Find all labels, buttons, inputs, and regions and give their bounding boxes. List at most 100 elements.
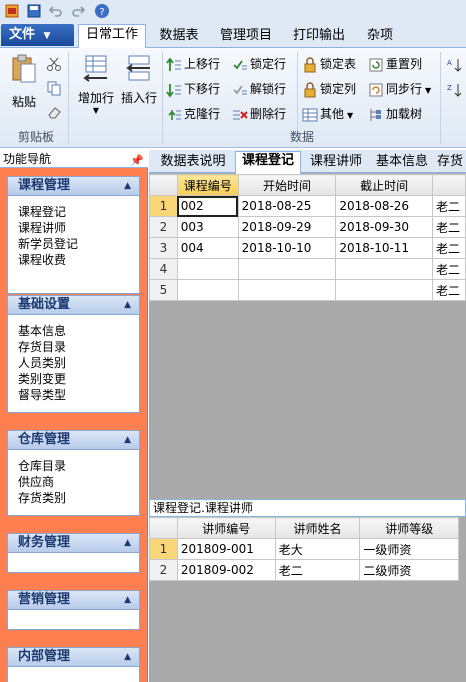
column-header-extra[interactable] <box>432 174 466 196</box>
nav-item-course-fee[interactable]: 课程收费 <box>18 252 139 268</box>
grid-cell[interactable]: 老二 <box>432 237 466 259</box>
lock-column-button[interactable]: 锁定列 <box>302 79 356 99</box>
table-row[interactable]: 1 201809-001 老大 一级师资 <box>149 538 459 560</box>
load-tree-button[interactable]: 加载树 <box>368 104 422 124</box>
grid-cell[interactable]: 2018-08-25 <box>237 195 337 217</box>
nav-group-header[interactable]: 课程管理 ▲ <box>7 176 140 196</box>
tab-print-output[interactable]: 打印输出 <box>284 26 354 48</box>
grid-cell[interactable] <box>237 258 337 280</box>
table-row[interactable]: 5 老二 <box>149 279 466 301</box>
column-header-end-time[interactable]: 截止时间 <box>335 174 433 196</box>
doc-tab-course-register[interactable]: 课程登记 <box>235 151 301 174</box>
eraser-icon[interactable] <box>46 104 62 120</box>
insert-row-button[interactable]: 插入行 <box>118 54 160 106</box>
grid-cell[interactable] <box>176 279 239 301</box>
reset-column-button[interactable]: 重置列 <box>368 54 422 74</box>
grid-cell[interactable] <box>335 258 433 280</box>
nav-item-supplier[interactable]: 供应商 <box>18 474 139 490</box>
cut-icon[interactable] <box>46 56 62 72</box>
nav-group-header[interactable]: 财务管理 ▲ <box>7 533 140 553</box>
save-icon[interactable] <box>26 3 42 19</box>
column-header-course-id[interactable]: 课程编号 <box>176 174 239 196</box>
row-number[interactable]: 1 <box>149 538 178 560</box>
table-row[interactable]: 3 004 2018-10-10 2018-10-11 老二 <box>149 237 466 259</box>
nav-item-new-student[interactable]: 新学员登记 <box>18 236 139 252</box>
collapse-icon[interactable]: ▲ <box>124 648 131 666</box>
table-row[interactable]: 2 201809-002 老二 二级师资 <box>149 559 459 581</box>
doc-tab-basic-info[interactable]: 基本信息 <box>371 153 433 173</box>
lock-table-button[interactable]: 锁定表 <box>302 54 356 74</box>
grid-cell[interactable]: 201809-001 <box>176 538 276 560</box>
nav-item-course-lecturer[interactable]: 课程讲师 <box>18 220 139 236</box>
nav-group-header[interactable]: 基础设置 ▲ <box>7 295 140 315</box>
row-number[interactable]: 5 <box>149 279 178 301</box>
move-up-button[interactable]: 上移行 <box>166 54 220 74</box>
nav-item-category-change[interactable]: 类别变更 <box>18 371 139 387</box>
table-row[interactable]: 1 002 2018-08-25 2018-08-26 老二 <box>149 195 466 217</box>
clone-row-button[interactable]: 克隆行 <box>166 104 220 124</box>
unlock-row-button[interactable]: 解锁行 <box>232 79 286 99</box>
grid-cell[interactable]: 老二 <box>432 258 466 280</box>
row-number[interactable]: 4 <box>149 258 178 280</box>
nav-item-course-register[interactable]: 课程登记 <box>18 204 139 220</box>
grid-cell[interactable]: 老大 <box>274 538 361 560</box>
collapse-icon[interactable]: ▲ <box>124 431 131 449</box>
grid-cell[interactable] <box>176 258 239 280</box>
grid-cell[interactable]: 2018-08-26 <box>335 195 433 217</box>
grid-cell[interactable]: 2018-10-10 <box>237 237 337 259</box>
nav-group-header[interactable]: 营销管理 ▲ <box>7 590 140 610</box>
nav-item-supervisor-type[interactable]: 督导类型 <box>18 387 139 403</box>
delete-row-button[interactable]: 删除行 <box>232 104 286 124</box>
column-header-lecturer-id[interactable]: 讲师编号 <box>176 517 276 539</box>
grid-cell[interactable] <box>237 279 337 301</box>
nav-item-inventory-category[interactable]: 存货类别 <box>18 490 139 506</box>
undo-icon[interactable] <box>48 3 64 19</box>
file-menu-button[interactable]: 文件 ▼ <box>1 24 74 46</box>
collapse-icon[interactable]: ▲ <box>124 177 131 195</box>
grid-cell[interactable]: 老二 <box>432 216 466 238</box>
table-row[interactable]: 2 003 2018-09-29 2018-09-30 老二 <box>149 216 466 238</box>
table-row[interactable]: 4 老二 <box>149 258 466 280</box>
grid-cell[interactable]: 二级师资 <box>359 559 459 581</box>
grid-cell[interactable]: 老二 <box>274 559 361 581</box>
pin-icon[interactable]: 📌 <box>130 152 144 170</box>
nav-item-staff-category[interactable]: 人员类别 <box>18 355 139 371</box>
grid-cell[interactable]: 004 <box>176 237 239 259</box>
redo-icon[interactable] <box>70 3 86 19</box>
doc-tab-table-description[interactable]: 数据表说明 <box>155 153 231 173</box>
row-number[interactable]: 3 <box>149 237 178 259</box>
tab-daily-work[interactable]: 日常工作 <box>78 24 146 49</box>
grid-cell[interactable]: 2018-10-11 <box>335 237 433 259</box>
doc-tab-course-lecturer[interactable]: 课程讲师 <box>305 153 367 173</box>
grid-cell[interactable] <box>335 279 433 301</box>
help-icon[interactable]: ? <box>94 3 110 19</box>
lock-row-button[interactable]: 锁定行 <box>232 54 286 74</box>
sort-ascending-button[interactable]: A <box>446 54 464 74</box>
column-header-start-time[interactable]: 开始时间 <box>237 174 337 196</box>
move-down-button[interactable]: 下移行 <box>166 79 220 99</box>
grid-cell[interactable]: 2018-09-30 <box>335 216 433 238</box>
nav-item-warehouse-catalog[interactable]: 仓库目录 <box>18 458 139 474</box>
grid-cell[interactable]: 一级师资 <box>359 538 459 560</box>
doc-tab-inventory[interactable]: 存货 <box>437 153 466 173</box>
collapse-icon[interactable]: ▲ <box>124 534 131 552</box>
tab-manage-project[interactable]: 管理项目 <box>212 26 280 48</box>
row-number[interactable]: 1 <box>149 195 178 217</box>
paste-button[interactable]: 粘贴 <box>6 54 42 110</box>
column-header-lecturer-level[interactable]: 讲师等级 <box>359 517 459 539</box>
row-number-header[interactable] <box>149 517 178 539</box>
nav-item-inventory-catalog[interactable]: 存货目录 <box>18 339 139 355</box>
nav-group-header[interactable]: 仓库管理 ▲ <box>7 430 140 450</box>
sort-descending-button[interactable]: Z <box>446 79 464 99</box>
nav-item-basic-info[interactable]: 基本信息 <box>18 323 139 339</box>
grid-cell[interactable]: 003 <box>176 216 239 238</box>
collapse-icon[interactable]: ▲ <box>124 296 131 314</box>
grid-cell[interactable]: 老二 <box>432 195 466 217</box>
app-icon[interactable] <box>4 3 20 19</box>
add-row-button[interactable]: 增加行 ▼ <box>74 54 118 115</box>
row-number[interactable]: 2 <box>149 559 178 581</box>
grid-cell[interactable]: 002 <box>176 195 239 217</box>
grid-cell[interactable]: 老二 <box>432 279 466 301</box>
column-header-lecturer-name[interactable]: 讲师姓名 <box>274 517 361 539</box>
collapse-icon[interactable]: ▲ <box>124 591 131 609</box>
